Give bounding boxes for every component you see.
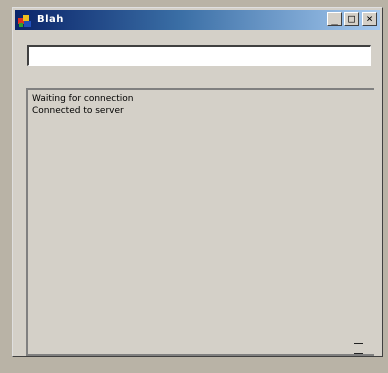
address-input[interactable] bbox=[27, 45, 371, 66]
log-panel[interactable]: Waiting for connection Connected to serv… bbox=[26, 88, 374, 356]
window-title: Blah bbox=[37, 14, 64, 25]
close-icon: × bbox=[366, 12, 373, 25]
app-window-icon[interactable] bbox=[18, 13, 32, 27]
maximize-button[interactable]: □ bbox=[344, 12, 359, 26]
log-line: Connected to server bbox=[32, 106, 124, 116]
minimize-button[interactable]: _ bbox=[327, 12, 342, 26]
resize-grip-mark bbox=[354, 353, 363, 354]
log-line: Waiting for connection bbox=[32, 94, 134, 104]
close-button[interactable]: × bbox=[362, 12, 377, 26]
resize-grip-mark bbox=[354, 343, 363, 344]
app-window: Blah _ □ × Waiting for connection Connec… bbox=[12, 7, 383, 357]
maximize-icon: □ bbox=[348, 12, 355, 25]
minimize-icon: _ bbox=[331, 12, 338, 25]
title-bar[interactable]: Blah _ □ × bbox=[15, 10, 380, 30]
